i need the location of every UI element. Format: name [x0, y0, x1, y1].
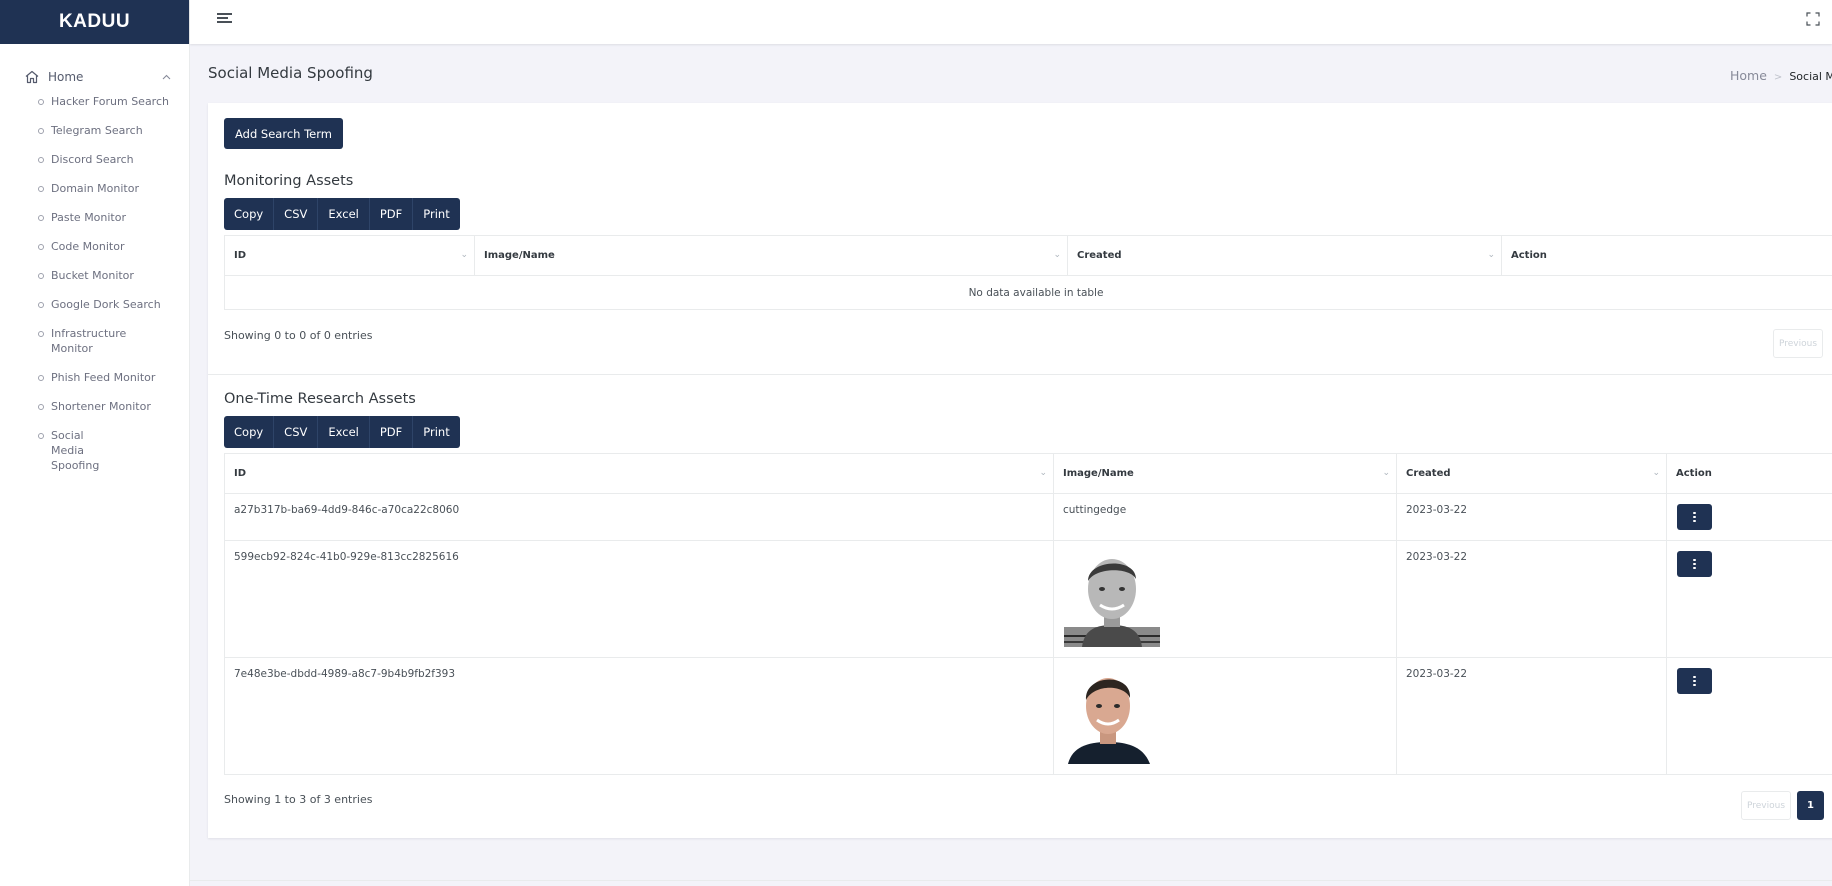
cell-action: [1666, 540, 1832, 658]
column-header-id[interactable]: ID ⌄: [224, 453, 1054, 494]
cell-image: [1053, 540, 1397, 658]
sort-icon: ⌄: [460, 250, 468, 260]
topbar: [190, 0, 1832, 44]
fullscreen-icon[interactable]: [1806, 11, 1820, 26]
sidebar-item-discord-search[interactable]: Discord Search: [0, 152, 189, 167]
profile-photo-grayscale: [1064, 551, 1160, 647]
cell-name: cuttingedge: [1053, 493, 1397, 541]
sidebar-item-label: Home: [48, 70, 84, 84]
excel-button[interactable]: Excel: [318, 416, 370, 448]
sidebar-item-home[interactable]: Home: [0, 66, 189, 88]
row-actions-button[interactable]: [1677, 504, 1712, 530]
cell-id: 7e48e3be-dbdd-4989-a8c7-9b4b9fb2f393: [224, 657, 1054, 775]
cell-created: 2023-03-22: [1396, 540, 1667, 658]
excel-button[interactable]: Excel: [318, 198, 370, 230]
sort-icon: ⌄: [1382, 468, 1390, 478]
breadcrumb-current: Social M: [1789, 70, 1832, 83]
breadcrumb-separator-icon: >: [1773, 72, 1783, 83]
monitoring-assets-table: ID ⌄ Image/Name ⌄ Created ⌄ Action No data …: [224, 235, 1832, 310]
profile-photo-color: [1064, 668, 1154, 764]
home-icon: [24, 69, 40, 85]
cell-id: a27b317b-ba69-4dd9-846c-a70ca22c8060: [224, 493, 1054, 541]
breadcrumb: Home > Social M: [1730, 68, 1832, 83]
cell-action: [1666, 657, 1832, 775]
monitoring-entries-info: Showing 0 to 0 of 0 entries: [224, 329, 373, 342]
column-header-action: Action: [1501, 235, 1832, 276]
print-button[interactable]: Print: [413, 416, 459, 448]
cell-created: 2023-03-22: [1396, 493, 1667, 541]
research-entries-info: Showing 1 to 3 of 3 entries: [224, 793, 373, 806]
sidebar-item-shortener-monitor[interactable]: Shortener Monitor: [0, 399, 189, 414]
more-vertical-icon: [1693, 511, 1696, 523]
sidebar-item-paste-monitor[interactable]: Paste Monitor: [0, 210, 189, 225]
sort-icon: ⌄: [1039, 468, 1047, 478]
column-header-created[interactable]: Created ⌄: [1067, 235, 1502, 276]
sort-icon: ⌄: [1053, 250, 1061, 260]
research-previous-button[interactable]: Previous: [1741, 791, 1791, 820]
monitoring-export-buttons: Copy CSV Excel PDF Print: [224, 198, 460, 230]
page-title: Social Media Spoofing: [208, 64, 373, 82]
monitoring-assets-title: Monitoring Assets: [224, 173, 354, 189]
column-header-image-name[interactable]: Image/Name ⌄: [1053, 453, 1397, 494]
empty-table-message: No data available in table: [224, 275, 1832, 310]
chevron-up-icon: [162, 72, 171, 83]
column-header-id[interactable]: ID ⌄: [224, 235, 475, 276]
row-actions-button[interactable]: [1677, 551, 1712, 577]
column-header-created[interactable]: Created ⌄: [1396, 453, 1667, 494]
sidebar-item-bucket-monitor[interactable]: Bucket Monitor: [0, 268, 189, 283]
sidebar-item-google-dork-search[interactable]: Google Dork Search: [0, 297, 189, 312]
research-export-buttons: Copy CSV Excel PDF Print: [224, 416, 460, 448]
csv-button[interactable]: CSV: [274, 198, 319, 230]
column-header-image-name[interactable]: Image/Name ⌄: [474, 235, 1068, 276]
table-header-row: ID ⌄ Image/Name ⌄ Created ⌄ Action: [224, 453, 1832, 494]
sidebar-item-hacker-forum-search[interactable]: Hacker Forum Search: [0, 94, 189, 109]
sidebar-item-infrastructure-monitor[interactable]: Infrastructure Monitor: [0, 326, 189, 356]
table-header-row: ID ⌄ Image/Name ⌄ Created ⌄ Action: [224, 235, 1832, 276]
more-vertical-icon: [1693, 675, 1696, 687]
research-assets-title: One-Time Research Assets: [224, 391, 416, 407]
research-assets-table: ID ⌄ Image/Name ⌄ Created ⌄ Action a27b317b…: [224, 453, 1832, 775]
add-search-term-button[interactable]: Add Search Term: [224, 118, 343, 149]
sidebar-submenu: Hacker Forum Search Telegram Search Disc…: [0, 88, 189, 473]
sidebar: KADUU Home Hacker Forum Search Telegram …: [0, 0, 190, 886]
sidebar-item-phish-feed-monitor[interactable]: Phish Feed Monitor: [0, 370, 189, 385]
print-button[interactable]: Print: [413, 198, 459, 230]
row-actions-button[interactable]: [1677, 668, 1712, 694]
table-row: No data available in table: [224, 275, 1832, 310]
sidebar-item-social-media-spoofing[interactable]: Social Media Spoofing: [0, 428, 189, 473]
sidebar-item-domain-monitor[interactable]: Domain Monitor: [0, 181, 189, 196]
sidebar-item-code-monitor[interactable]: Code Monitor: [0, 239, 189, 254]
sidebar-item-telegram-search[interactable]: Telegram Search: [0, 123, 189, 138]
cell-action: [1666, 493, 1832, 541]
csv-button[interactable]: CSV: [274, 416, 319, 448]
brand-logo[interactable]: KADUU: [0, 0, 189, 44]
monitoring-previous-button[interactable]: Previous: [1773, 329, 1823, 358]
column-header-action: Action: [1666, 453, 1832, 494]
copy-button[interactable]: Copy: [224, 416, 275, 448]
table-row: a27b317b-ba69-4dd9-846c-a70ca22c8060 cut…: [224, 493, 1832, 541]
footer-divider: [190, 880, 1832, 881]
menu-toggle-icon[interactable]: [217, 13, 232, 25]
cell-id: 599ecb92-824c-41b0-929e-813cc2825616: [224, 540, 1054, 658]
cell-image: [1053, 657, 1397, 775]
section-divider: [208, 374, 1832, 375]
sidebar-nav: Home Hacker Forum Search Telegram Search…: [0, 44, 189, 473]
sort-icon: ⌄: [1652, 468, 1660, 478]
cell-created: 2023-03-22: [1396, 657, 1667, 775]
sort-icon: ⌄: [1487, 250, 1495, 260]
more-vertical-icon: [1693, 558, 1696, 570]
copy-button[interactable]: Copy: [224, 198, 275, 230]
page-1-button[interactable]: 1: [1797, 791, 1824, 820]
pdf-button[interactable]: PDF: [370, 198, 414, 230]
table-row: 599ecb92-824c-41b0-929e-813cc2825616 202…: [224, 540, 1832, 658]
table-row: 7e48e3be-dbdd-4989-a8c7-9b4b9fb2f393 202…: [224, 657, 1832, 775]
pdf-button[interactable]: PDF: [370, 416, 414, 448]
content-card: Add Search Term Monitoring Assets Copy C…: [208, 103, 1832, 838]
breadcrumb-home[interactable]: Home: [1730, 68, 1767, 83]
